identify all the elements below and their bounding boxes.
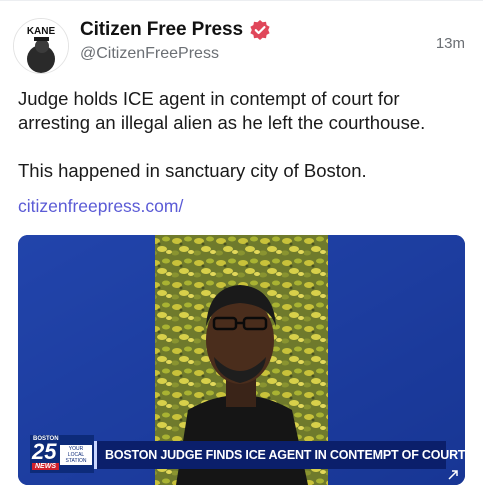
author-name[interactable]: Citizen Free Press	[80, 19, 243, 41]
post-paragraph-2: This happened in sanctuary city of Bosto…	[18, 160, 367, 181]
top-divider	[0, 0, 483, 1]
expand-corner-icon	[447, 469, 459, 481]
station-news-tag: NEWS	[32, 463, 59, 470]
avatar[interactable]: KANE	[13, 18, 69, 74]
headline-bar: BOSTON JUDGE FINDS ICE AGENT IN CONTEMPT…	[94, 441, 465, 469]
news-headline: BOSTON JUDGE FINDS ICE AGENT IN CONTEMPT…	[105, 448, 465, 462]
station-tagline: YOUR LOCAL STATION	[60, 445, 92, 465]
author-name-row: Citizen Free Press	[80, 17, 271, 43]
post-body: Judge holds ICE agent in contempt of cou…	[18, 87, 468, 183]
news-lower-third: BOSTON 25 YOUR LOCAL STATION NEWS BOSTON…	[18, 435, 465, 475]
video-thumbnail[interactable]: BOSTON 25 YOUR LOCAL STATION NEWS BOSTON…	[18, 235, 465, 485]
station-number: 25	[32, 439, 57, 464]
post-paragraph-1: Judge holds ICE agent in contempt of cou…	[18, 88, 426, 133]
author-handle[interactable]: @CitizenFreePress	[80, 45, 219, 63]
post-timestamp[interactable]: 13m	[436, 35, 465, 52]
post-link[interactable]: citizenfreepress.com/	[18, 196, 183, 217]
verified-badge-icon	[249, 19, 271, 41]
avatar-kane-text: KANE	[27, 26, 56, 37]
station-logo: BOSTON 25 YOUR LOCAL STATION NEWS	[30, 435, 94, 473]
